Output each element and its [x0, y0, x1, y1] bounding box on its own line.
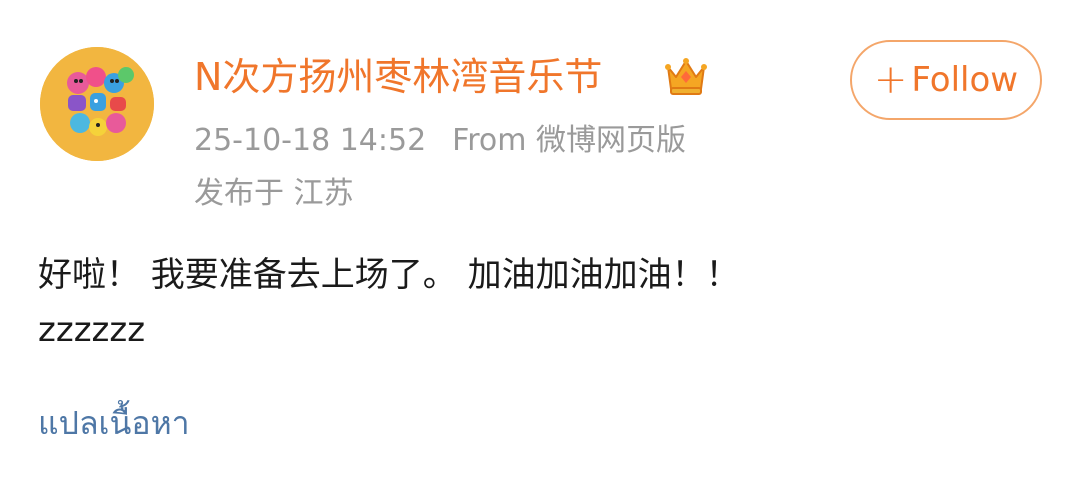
weibo-post: N次方扬州枣林湾音乐节 + Follow 25-10-18 14:52 From …: [0, 0, 1080, 504]
username[interactable]: N次方扬州枣林湾音乐节: [194, 52, 602, 102]
post-location: 发布于 江苏: [194, 176, 354, 211]
post-content-line: 好啦！ 我要准备去上场了。 加油加油加油！！: [38, 255, 740, 295]
post-timestamp: 25-10-18 14:52: [194, 123, 427, 158]
post-source: From 微博网页版: [452, 123, 687, 158]
crown-icon: [664, 55, 708, 97]
avatar[interactable]: [40, 47, 154, 161]
avatar-logo-image: [40, 47, 154, 161]
post-content: 好啦！ 我要准备去上场了。 加油加油加油！！ zzzzzz: [38, 248, 740, 358]
follow-button[interactable]: + Follow: [850, 40, 1042, 120]
translate-link[interactable]: แปลเนื้อหา: [38, 398, 190, 449]
post-content-line: zzzzzz: [38, 310, 146, 350]
plus-icon: +: [873, 57, 908, 103]
post-meta: 25-10-18 14:52 From 微博网页版: [194, 121, 686, 161]
follow-label: Follow: [911, 60, 1019, 100]
